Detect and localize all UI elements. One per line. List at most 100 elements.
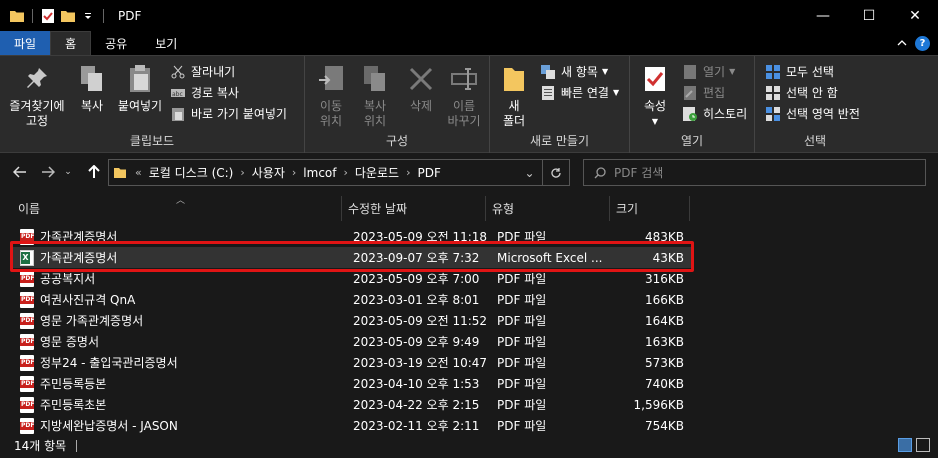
open-button[interactable]: 열기 ▼: [682, 62, 735, 81]
refresh-icon[interactable]: [543, 160, 569, 185]
open-group-label: 열기: [680, 134, 704, 148]
overflow-chevron[interactable]: «: [131, 166, 146, 179]
copy-path-button[interactable]: abc 경로 복사: [170, 83, 239, 102]
new-item-label: 새 항목: [561, 65, 598, 79]
folder-icon: [113, 166, 127, 180]
table-row[interactable]: PDF 주민등록등본 2023-04-10 오후 1:53 PDF 파일 740K…: [12, 373, 692, 394]
table-row[interactable]: PDF 영문 증명서 2023-05-09 오후 9:49 PDF 파일 163K…: [12, 331, 692, 352]
edit-icon: [682, 85, 698, 101]
invert-selection-button[interactable]: 선택 영역 반전: [765, 104, 860, 123]
tab-view[interactable]: 보기: [141, 31, 191, 55]
properties-icon: [639, 62, 671, 96]
organize-group: 이동 위치 복사 위치 삭제 이름 바꾸기 구성: [305, 56, 490, 153]
copy-to-icon: [359, 62, 391, 96]
move-to-button[interactable]: 이동 위치: [311, 62, 351, 129]
quick-access-toolbar: [8, 7, 108, 25]
properties-icon[interactable]: [39, 7, 57, 25]
delete-button[interactable]: 삭제: [401, 62, 441, 114]
breadcrumb-separator[interactable]: ›: [339, 166, 351, 179]
pdf-file-icon: PDF: [20, 312, 34, 329]
file-name: 주민등록등본: [40, 377, 107, 391]
file-size: 754KB: [644, 418, 684, 433]
tab-home[interactable]: 홈: [50, 31, 92, 55]
back-button[interactable]: [10, 162, 30, 182]
clipboard-group: 즐겨찾기에 고정 복사 붙여넣기 잘라내기 abc 경로 복사 바로 가기 붙여…: [0, 56, 305, 153]
rename-button[interactable]: 이름 바꾸기: [443, 62, 485, 129]
file-type: PDF 파일: [497, 335, 547, 349]
file-type: PDF 파일: [497, 293, 547, 307]
select-all-icon: [765, 64, 781, 80]
select-none-label: 선택 안 함: [786, 86, 838, 100]
collapse-ribbon-icon[interactable]: [897, 36, 907, 50]
breadcrumb-separator[interactable]: ›: [236, 166, 248, 179]
dropdown-arrow-icon: ▼: [729, 67, 736, 76]
table-row[interactable]: PDF 여권사진규격 QnA 2023-03-01 오후 8:01 PDF 파일 …: [12, 289, 692, 310]
up-button[interactable]: [84, 162, 104, 182]
search-box[interactable]: PDF 검색: [583, 159, 926, 186]
breadcrumb-separator[interactable]: ›: [288, 166, 300, 179]
new-folder-icon[interactable]: [59, 7, 77, 25]
file-type: PDF 파일: [497, 419, 547, 433]
select-group-label: 선택: [803, 134, 827, 148]
file-date: 2023-05-09 오전 11:52: [353, 314, 488, 328]
pdf-file-icon: PDF: [20, 333, 34, 350]
customize-dropdown-icon[interactable]: [79, 7, 97, 25]
select-all-button[interactable]: 모두 선택: [765, 62, 834, 81]
column-header-modified[interactable]: 수정한 날짜: [342, 196, 486, 221]
file-name: 공공복지서: [40, 272, 96, 286]
copy-icon: [76, 62, 108, 96]
breadcrumb-user[interactable]: lmcof: [300, 166, 339, 180]
copy-to-button[interactable]: 복사 위치: [355, 62, 395, 129]
history-button[interactable]: 히스토리: [682, 104, 747, 123]
minimize-button[interactable]: —: [800, 0, 846, 31]
forward-button[interactable]: [38, 162, 58, 182]
select-none-icon: [765, 85, 781, 101]
breadcrumb-downloads[interactable]: 다운로드: [352, 164, 402, 181]
paste-button[interactable]: 붙여넣기: [112, 62, 168, 114]
open-group: 속성 ▼ 열기 ▼ 편집 히스토리 열기: [630, 56, 755, 153]
copy-button[interactable]: 복사: [74, 62, 110, 114]
column-header-size[interactable]: 크기: [610, 196, 690, 221]
forward-arrow-icon: [42, 166, 55, 178]
tab-share[interactable]: 공유: [91, 31, 141, 55]
pin-icon: [21, 62, 53, 96]
maximize-button[interactable]: ☐: [846, 0, 892, 31]
properties-button[interactable]: 속성 ▼: [636, 62, 674, 129]
address-bar[interactable]: « 로컬 디스크 (C:) › 사용자 › lmcof › 다운로드 › PDF…: [108, 159, 570, 186]
column-headers: ︿ 이름 수정한 날짜 유형 크기: [0, 196, 938, 221]
breadcrumb-local-disk[interactable]: 로컬 디스크 (C:): [146, 164, 237, 181]
help-icon[interactable]: ?: [915, 35, 930, 51]
dropdown-arrow-icon: ▼: [651, 117, 659, 126]
table-row[interactable]: PDF 주민등록초본 2023-04-22 오후 2:15 PDF 파일 1,59…: [12, 394, 692, 415]
breadcrumb-pdf[interactable]: PDF: [414, 166, 443, 180]
select-none-button[interactable]: 선택 안 함: [765, 83, 838, 102]
pin-to-quick-access-button[interactable]: 즐겨찾기에 고정: [4, 62, 70, 129]
recent-locations-dropdown[interactable]: ⌄: [62, 162, 74, 182]
paste-shortcut-button[interactable]: 바로 가기 붙여넣기: [170, 104, 287, 123]
paste-shortcut-label: 바로 가기 붙여넣기: [191, 107, 287, 121]
paste-label: 붙여넣기: [117, 99, 163, 113]
large-icons-view-icon[interactable]: [916, 438, 930, 452]
address-dropdown-icon[interactable]: ⌄: [517, 160, 543, 185]
column-header-type[interactable]: 유형: [486, 196, 610, 221]
pin-label-1: 즐겨찾기에: [9, 99, 65, 113]
details-view-icon[interactable]: [898, 438, 912, 452]
file-size: 316KB: [644, 271, 684, 286]
breadcrumb-separator[interactable]: ›: [402, 166, 414, 179]
file-size: 166KB: [644, 292, 684, 307]
cut-button[interactable]: 잘라내기: [170, 62, 235, 81]
table-row[interactable]: PDF 영문 가족관계증명서 2023-05-09 오전 11:52 PDF 파일…: [12, 310, 692, 331]
breadcrumb-users[interactable]: 사용자: [249, 164, 288, 181]
new-group-label: 새로 만들기: [529, 134, 589, 148]
tab-file[interactable]: 파일: [0, 31, 51, 55]
new-folder-button[interactable]: 새 폴더: [496, 62, 532, 129]
folder-icon: [8, 7, 26, 25]
new-item-button[interactable]: 새 항목 ▼: [540, 62, 608, 81]
rename-label-1: 이름: [452, 99, 476, 113]
easy-access-button[interactable]: 빠른 연결 ▼: [540, 83, 619, 102]
column-header-name[interactable]: 이름: [12, 196, 342, 221]
edit-button[interactable]: 편집: [682, 83, 725, 102]
table-row[interactable]: PDF 정부24 - 출입국관리증명서 2023-03-19 오전 10:47 P…: [12, 352, 692, 373]
close-button[interactable]: ✕: [892, 0, 938, 31]
status-bar: 14개 항목: [0, 433, 938, 458]
